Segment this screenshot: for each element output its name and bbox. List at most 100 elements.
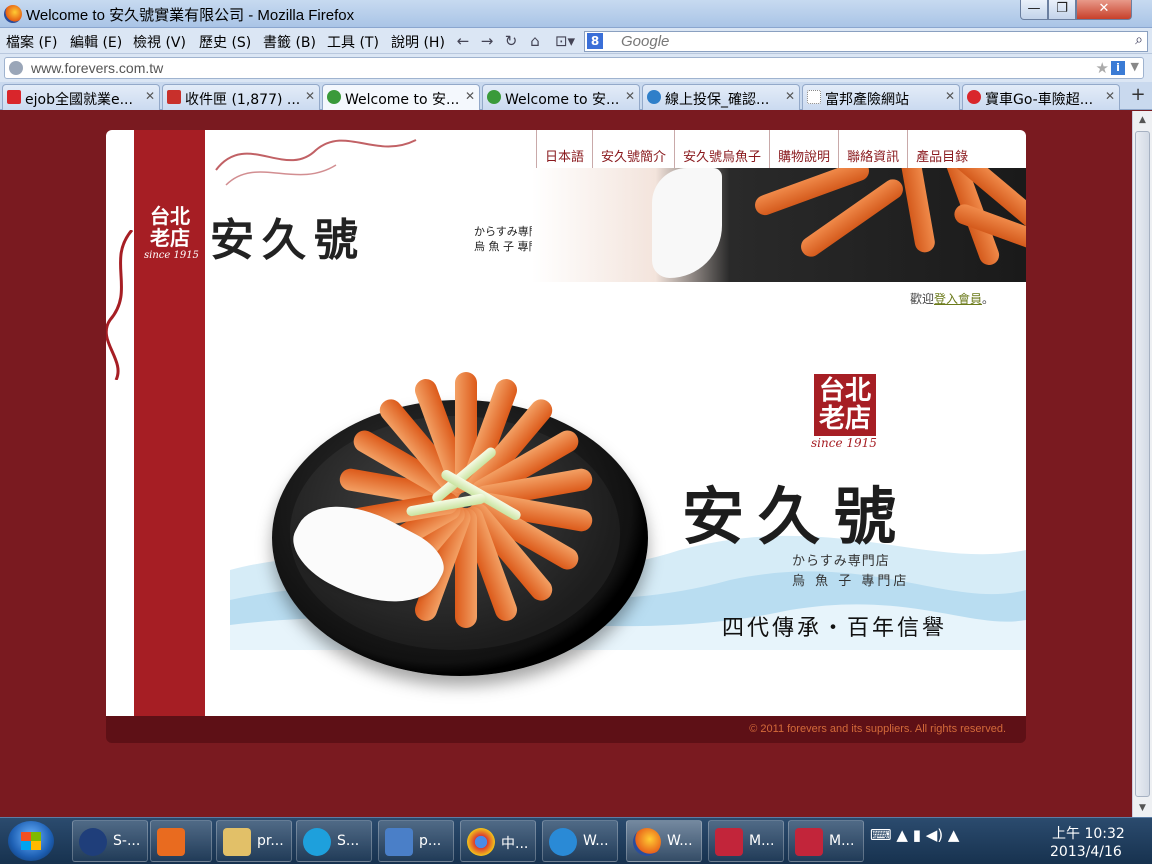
decorative-cloud-swirl [215,139,417,186]
taskbar-app-5[interactable]: p... [378,820,454,862]
welcome-prefix: 歡迎 [910,292,935,306]
tab-close-icon[interactable]: ✕ [625,89,635,103]
search-input[interactable]: 8 Google ⌕ [584,31,1148,52]
taskbar-app-firefox[interactable]: W... [626,820,702,862]
address-bar[interactable]: www.forevers.com.tw ★ i ▼ [4,57,1144,79]
page-menu-icon[interactable]: ⊡▾ [550,31,580,51]
tab-ejob[interactable]: ejob全國就業e... ✕ [2,84,160,110]
taskbar-app-2[interactable] [150,820,212,862]
seal-logo-small: 台北 老店 [146,202,194,250]
menu-view[interactable]: 檢視 (V) [133,32,186,52]
taskbar-label: W... [583,833,609,849]
clock-date[interactable]: 2013/4/16 [1050,844,1122,860]
tab-label: 收件匣 (1,877) ... [185,92,301,108]
clock-time[interactable]: 上午 10:32 [1052,823,1125,843]
tab-gmail[interactable]: 收件匣 (1,877) ... ✕ [162,84,320,110]
banner-photo [532,168,1026,282]
tab-close-icon[interactable]: ✕ [785,89,795,103]
minimize-button[interactable]: — [1020,0,1048,20]
chrome-icon [467,828,495,856]
roe-slice [897,168,937,254]
tab-bar: ejob全國就業e... ✕ 收件匣 (1,877) ... ✕ Welcome… [0,82,1152,110]
start-button[interactable] [8,821,54,861]
tab-fubon[interactable]: 富邦產險網站 ✕ [802,84,960,110]
nav-catalog[interactable]: 產品目錄 [907,130,976,168]
search-icon[interactable]: ⌕ [1135,32,1143,48]
scroll-down-icon[interactable]: ▼ [1133,799,1152,817]
menu-history[interactable]: 歷史 (S) [199,32,251,52]
firefox-icon [633,828,661,856]
site-container: 台北 老店 since 1915 日本語 安久號簡介 安久號烏魚子 購物說明 聯絡… [106,130,1026,716]
flower-icon [967,90,981,104]
taskbar-label: M... [749,833,775,849]
tab-welcome[interactable]: Welcome to 安... ✕ [482,84,640,110]
windows-logo-icon [21,832,41,850]
taskbar-app-6[interactable]: 中... [460,820,536,862]
tab-baoche[interactable]: 寶車Go-車險超... ✕ [962,84,1120,110]
tab-insurance[interactable]: 線上投保_確認... ✕ [642,84,800,110]
nav-mullet-roe[interactable]: 安久號烏魚子 [674,130,769,168]
tab-label: ejob全國就業e... [25,92,133,108]
maximize-button[interactable]: ❐ [1048,0,1076,20]
taskbar-app-3[interactable]: pr... [216,820,292,862]
navigation-bar: www.forevers.com.tw ★ i ▼ [0,54,1152,82]
seal-logo-large: 台北 老店 [814,374,876,436]
mail-app-icon [715,828,743,856]
taskbar-label: W... [667,833,693,849]
new-tab-button[interactable]: + [1126,84,1150,108]
site-logo-text[interactable]: 安久號 [210,204,366,268]
blank-page-icon [807,90,821,104]
member-login-link[interactable]: 登入會員 [934,292,982,306]
menu-edit[interactable]: 編輯 (E) [70,32,122,52]
google-engine-icon[interactable]: 8 [587,33,603,49]
home-icon[interactable]: ⌂ [525,31,545,51]
vertical-scrollbar[interactable]: ▲ ▼ [1132,111,1152,817]
tab-close-icon[interactable]: ✕ [145,89,155,103]
copyright-text: © 2011 forevers and its suppliers. All r… [749,723,1006,735]
tab-close-icon[interactable]: ✕ [305,89,315,103]
taskbar-app-4[interactable]: S... [296,820,372,862]
document-icon [385,828,413,856]
menu-bookmarks[interactable]: 書籤 (B) [263,32,316,52]
dropdown-arrow-icon[interactable]: ▼ [1131,60,1139,73]
window-titlebar: Welcome to 安久號實業有限公司 - Mozilla Firefox —… [0,0,1152,28]
url-text[interactable]: www.forevers.com.tw [31,60,163,76]
tab-label: 富邦產險網站 [825,92,909,108]
system-tray[interactable]: ⌨ ▲ ▮ ◀) ▲ [870,826,959,844]
slogan: 四代傳承・百年信譽 [722,616,948,641]
bookmark-star-icon[interactable]: ★ [1096,59,1109,77]
nav-japanese[interactable]: 日本語 [536,130,592,168]
tab-label: Welcome to 安... [505,92,620,108]
menu-tools[interactable]: 工具 (T) [327,32,379,52]
nav-contact[interactable]: 聯絡資訊 [838,130,907,168]
site-identity-icon[interactable] [9,61,23,75]
tab-welcome-active[interactable]: Welcome to 安... ✕ [322,84,480,110]
taskbar-label: M... [829,833,855,849]
menu-file[interactable]: 檔案 (F) [6,32,57,52]
skype-icon [303,828,331,856]
taskbar-app-1[interactable]: S-... [72,820,148,862]
since-label-large: since 1915 [811,436,877,450]
taskbar-label: p... [419,833,442,849]
folder-icon [223,828,251,856]
nav-about[interactable]: 安久號簡介 [592,130,674,168]
close-button[interactable]: ✕ [1076,0,1132,20]
scroll-thumb[interactable] [1135,131,1150,797]
tab-label: Welcome to 安... [345,92,460,108]
taskbar-app-9[interactable]: M... [708,820,784,862]
info-icon[interactable]: i [1111,61,1125,75]
reload-icon[interactable]: ↻ [501,31,521,51]
nav-shopping-guide[interactable]: 購物說明 [769,130,838,168]
back-arrow-icon[interactable]: ← [453,31,473,51]
taskbar-app-10[interactable]: M... [788,820,864,862]
forward-arrow-icon[interactable]: → [477,31,497,51]
taskbar-label: S... [337,833,360,849]
radish-slice [652,168,722,278]
tab-close-icon[interactable]: ✕ [465,89,475,103]
scroll-up-icon[interactable]: ▲ [1133,111,1152,129]
brand-subtitle-zh: 烏 魚 子 專門店 [792,574,910,589]
tab-close-icon[interactable]: ✕ [1105,89,1115,103]
menu-help[interactable]: 說明 (H) [391,32,445,52]
tab-close-icon[interactable]: ✕ [945,89,955,103]
taskbar-app-7[interactable]: W... [542,820,618,862]
